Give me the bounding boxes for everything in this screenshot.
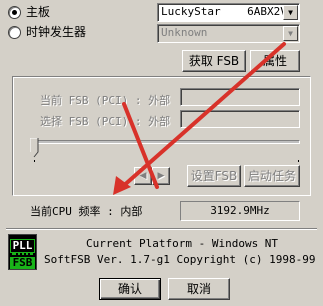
annotation-arrow	[113, 42, 286, 195]
